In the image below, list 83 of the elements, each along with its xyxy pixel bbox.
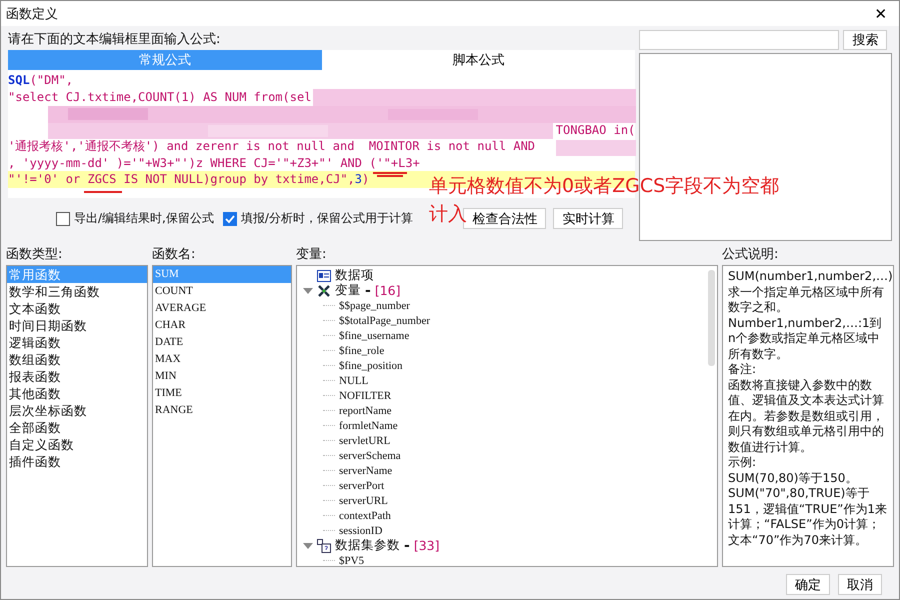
- list-label: 变量:: [296, 246, 328, 264]
- code-line: '通报考核','通报不考核') and zerenr is not null and MOINTOR is not null AND: [8, 138, 536, 154]
- list-item[interactable]: 文本函数: [7, 300, 147, 317]
- scrollbar-thumb[interactable]: [708, 270, 715, 366]
- item-count: [33]: [414, 538, 440, 553]
- form-icon: [317, 268, 331, 282]
- tree-item[interactable]: $fine_username: [339, 330, 410, 342]
- tree-item[interactable]: serverName: [339, 464, 392, 476]
- variable-icon: [317, 284, 331, 298]
- parameter-icon: [317, 538, 331, 552]
- list-item[interactable]: RANGE: [153, 402, 291, 419]
- list-label: 公式说明:: [722, 246, 780, 264]
- tree-item[interactable]: reportName: [339, 404, 392, 416]
- search-button[interactable]: 搜索: [843, 30, 888, 50]
- close-button[interactable]: ✕: [863, 1, 899, 26]
- tree-item[interactable]: formletName: [339, 420, 398, 432]
- description-text: SUM(70,80)等于150。: [728, 470, 858, 486]
- tree-item[interactable]: 数据集参数: [335, 537, 400, 554]
- description-text: 函数将直接键入参数中的数值、逻辑值及文本表达式计算在内。若参数是数组或引用，则只有数组或单元格引用中的数值进行计算。: [728, 378, 885, 455]
- tree-item[interactable]: servletURL: [339, 434, 390, 446]
- tree-item[interactable]: $$totalPage_number: [339, 314, 430, 326]
- search-field[interactable]: [639, 30, 840, 50]
- description-text: SUM("70",80,TRUE)等于151，逻辑值“TRUE”作为1来计算；“FALSE”作为0计算；文本“70”作为70来计算。: [728, 486, 888, 548]
- list-label: 函数名:: [152, 246, 196, 264]
- function-type-list[interactable]: 常用函数 数学和三角函数 文本函数 时间日期函数 逻辑函数 数组函数 报表函数 其他函数 层次坐标函数 全部函数 自定义函数 插件函数: [6, 265, 148, 567]
- description-text: Number1,number2,…:1到n个参数或指定单元格区域中所有数字。: [728, 316, 883, 362]
- list-item[interactable]: TIME: [153, 385, 291, 402]
- code-fragment: TONGBAO in(: [556, 122, 636, 138]
- tree-item[interactable]: serverPort: [339, 480, 384, 492]
- tree-item[interactable]: 数据项: [335, 267, 374, 284]
- list-item[interactable]: 层次坐标函数: [7, 402, 147, 419]
- description-text: 示例:: [728, 455, 758, 470]
- list-item[interactable]: CHAR: [153, 317, 291, 334]
- list-item[interactable]: MAX: [153, 351, 291, 368]
- separator-dash: -: [365, 282, 371, 298]
- list-item[interactable]: 报表函数: [7, 368, 147, 385]
- list-item[interactable]: MIN: [153, 368, 291, 385]
- window-title: 函数定义: [6, 6, 58, 22]
- collapse-icon[interactable]: [303, 542, 313, 548]
- list-item[interactable]: DATE: [153, 334, 291, 351]
- list-item[interactable]: 全部函数: [7, 419, 147, 436]
- code-line: "'!='0' or ZGCS IS NOT NULL)group by txtime,CJ",3): [8, 171, 370, 188]
- collapse-icon[interactable]: [303, 288, 313, 294]
- tree-item[interactable]: $fine_position: [339, 360, 403, 372]
- formula-tab[interactable]: 脚本公式: [322, 50, 636, 70]
- code-line: , 'yyyy-mm-dd' )='"+W3+"')z WHERE CJ='"+Z3+"' AND ('"+L3+: [8, 154, 420, 171]
- checkbox-label: 导出/编辑结果时,保留公式: [74, 210, 214, 227]
- function-name-list[interactable]: SUM COUNT AVERAGE CHAR DATE MAX MIN TIME RANGE: [152, 265, 292, 567]
- annotation-text: 单元格数值不为0或者ZGCS字段不为空都: [429, 174, 780, 199]
- tree-item[interactable]: $$page_number: [339, 300, 410, 312]
- variable-tree[interactable]: [296, 265, 718, 567]
- list-item[interactable]: 自定义函数: [7, 436, 147, 453]
- list-item[interactable]: AVERAGE: [153, 300, 291, 317]
- tree-item[interactable]: serverURL: [339, 494, 388, 506]
- tree-item[interactable]: $fine_role: [339, 344, 384, 356]
- list-item[interactable]: 时间日期函数: [7, 317, 147, 334]
- checkbox[interactable]: [56, 212, 70, 226]
- checkbox-label: 填报/分析时，保留公式用于计算: [240, 210, 413, 227]
- tree-item[interactable]: serverSchema: [339, 450, 401, 462]
- dialog-button[interactable]: 确定: [786, 574, 830, 595]
- action-button[interactable]: 实时计算: [553, 208, 624, 229]
- tree-item[interactable]: contextPath: [339, 510, 391, 522]
- separator-dash: -: [404, 538, 410, 554]
- tree-item[interactable]: 变量: [335, 282, 361, 299]
- list-item[interactable]: 插件函数: [7, 453, 147, 470]
- list-item[interactable]: 数组函数: [7, 351, 147, 368]
- prompt-label: 请在下面的文本编辑框里面输入公式:: [8, 31, 222, 49]
- description-text: 备注:: [728, 362, 758, 378]
- list-label: 函数类型:: [6, 246, 64, 264]
- list-item[interactable]: COUNT: [153, 283, 291, 300]
- checkbox[interactable]: [222, 212, 237, 226]
- tree-item[interactable]: NOFILTER: [339, 390, 392, 402]
- item-count: [16]: [374, 283, 400, 298]
- dialog-button[interactable]: 取消: [838, 574, 882, 595]
- list-item[interactable]: 其他函数: [7, 385, 147, 402]
- code-line: SQL("DM",: [8, 72, 74, 88]
- tree-item[interactable]: NULL: [339, 374, 368, 386]
- list-item[interactable]: 数学和三角函数: [7, 283, 147, 300]
- list-item[interactable]: 逻辑函数: [7, 334, 147, 351]
- underline-mark: [82, 190, 124, 194]
- tree-item[interactable]: sessionID: [339, 524, 382, 536]
- tree-item[interactable]: $PV5: [339, 554, 364, 566]
- code-line: "select CJ.txtime,COUNT(1) AS NUM from(sel: [8, 88, 312, 105]
